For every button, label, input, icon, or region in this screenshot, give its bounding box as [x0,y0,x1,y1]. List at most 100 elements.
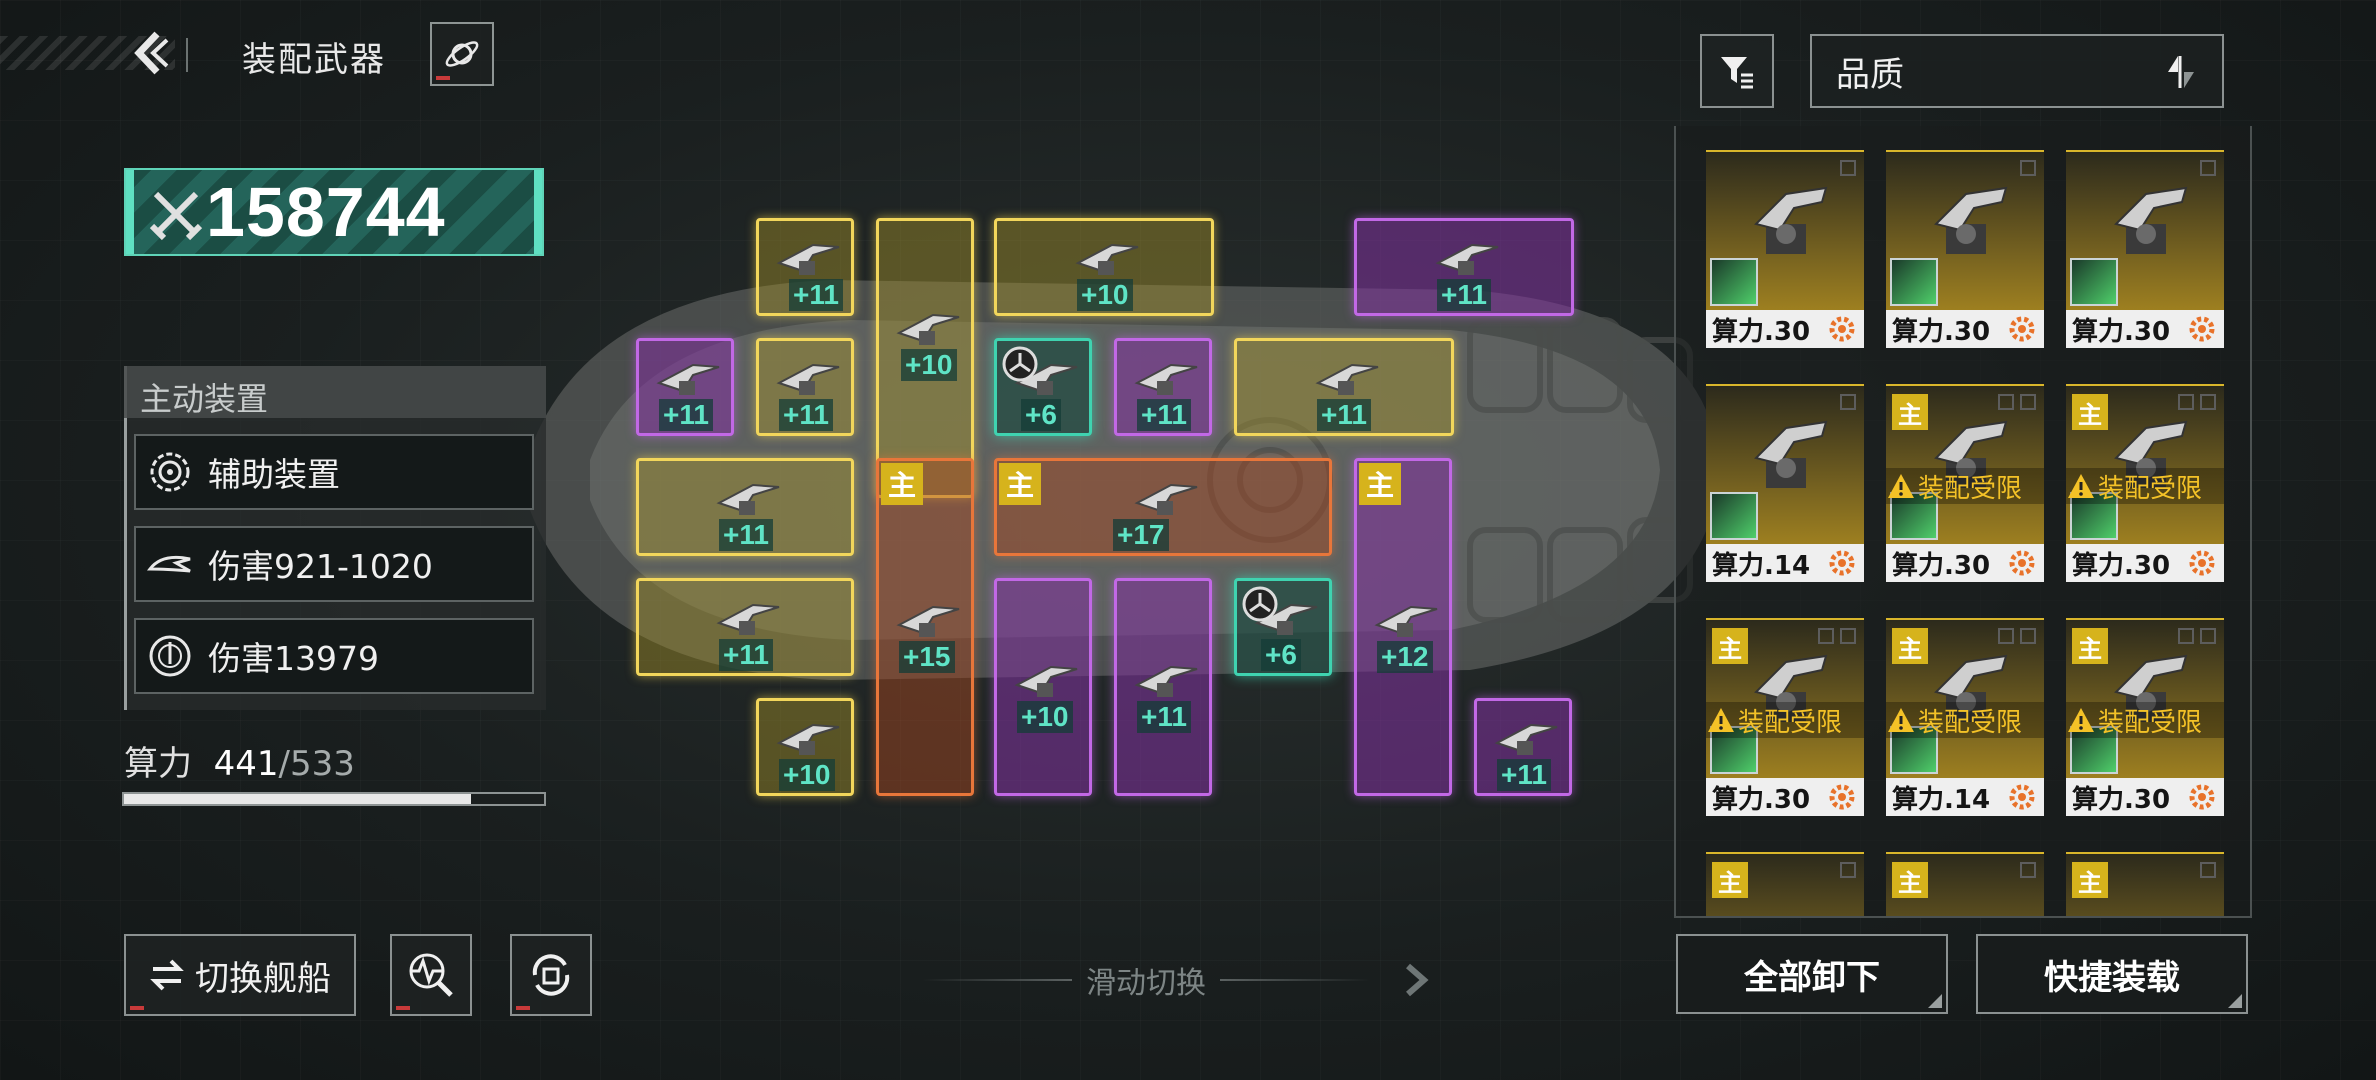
missile-icon [146,555,191,573]
slot-level-label: +6 [1261,639,1301,671]
compute-label: 算力 441/533 [124,736,355,785]
inventory-card[interactable]: 主装配受限 算力.30 [2066,384,2224,582]
damage-row-2[interactable]: 伤害13979 [134,618,534,694]
equipment-slot[interactable]: +10 [756,698,854,796]
combat-power-value: 158744 [206,173,446,251]
equipment-slot[interactable]: +15 主 [876,458,974,796]
assist-device-row[interactable]: 辅助装置 [134,434,534,510]
core-icon [1242,586,1278,622]
core-icon [1002,346,1038,382]
weapon-icon [2114,186,2188,254]
equipment-slot[interactable]: +11 [636,578,854,676]
weapon-icon [1754,186,1828,254]
equipment-slot[interactable]: +11 [1354,218,1574,316]
compute-cost: 算力.30 [1712,316,1811,347]
restricted-label: 装配受限 [2098,707,2203,738]
gear-icon [2189,784,2215,810]
slide-line-right [1220,979,1370,981]
select-checkbox[interactable] [2020,394,2036,410]
compute-label-text: 算力 [124,744,192,784]
equipment-slot[interactable]: +17 主 [994,458,1332,556]
slot-level-label: +6 [1021,399,1061,431]
equipment-slot[interactable]: +11 [1114,338,1212,436]
restricted-warning: 装配受限 [1706,702,1864,738]
switch-ship-button[interactable]: 切换舰船 [124,934,356,1016]
equipment-slot[interactable]: +11 [756,218,854,316]
compute-cost: 算力.30 [2072,784,2171,815]
equipment-slot[interactable]: +10 [994,578,1092,796]
select-checkbox[interactable] [2200,862,2216,878]
planet-button[interactable] [430,22,494,86]
damage-2-label: 伤害13979 [208,639,379,678]
equipment-slot[interactable]: +11 [636,458,854,556]
equipment-slot[interactable]: +6 [1234,578,1332,676]
equipment-slot[interactable]: +11 [1234,338,1454,436]
power-bar-right [534,170,542,254]
sort-label: 品质 [1836,54,1904,95]
combat-power-box: 158744 [124,168,544,256]
restricted-label: 装配受限 [1918,473,2023,504]
weapon-icon [1014,665,1078,697]
main-badge: 主 [881,463,923,505]
damage-1-label: 伤害921-1020 [208,547,433,586]
unload-all-button[interactable]: 全部卸下 [1676,934,1948,1014]
back-button[interactable] [128,28,174,78]
inventory-card[interactable]: 算力.30 [1886,150,2044,348]
slide-arrow-icon[interactable] [1402,962,1432,998]
analyze-button[interactable] [390,934,472,1016]
compute-cost: 算力.14 [1892,784,1991,815]
weapon-icon [1134,665,1198,697]
inventory-panel[interactable]: 算力.30 算力.30 算力.30 算力.14 主装配受限 算力.30 主装配受限 算力.30… [1674,126,2252,918]
red-mark [396,1006,410,1010]
sort-order-icon[interactable] [2162,54,2202,90]
pulse-search-icon [409,953,453,997]
inventory-card[interactable]: 主装配受限 算力.30 [1886,384,2044,582]
equipment-slot[interactable]: +12 主 [1354,458,1452,796]
equipment-slot[interactable]: +10 [994,218,1214,316]
panel-title: 主动装置 [140,380,269,418]
equipment-slot[interactable]: +6 [994,338,1092,436]
select-checkbox[interactable] [1840,628,1856,644]
card-footer: 算力.30 [1706,778,1864,816]
slide-switch[interactable]: 滑动切换 [866,958,1426,1002]
select-checkbox[interactable] [1840,160,1856,176]
slot-level-label: +15 [899,641,955,673]
filter-button[interactable] [1700,34,1774,108]
equipment-slot[interactable]: +11 [1474,698,1572,796]
equipment-slot[interactable]: +11 [756,338,854,436]
inventory-card[interactable]: 主装配受限 算力.30 [1706,618,1864,816]
slot-level-label: +11 [779,399,833,431]
inventory-card[interactable]: 算力.30 [1706,150,1864,348]
select-checkbox[interactable] [2200,160,2216,176]
restricted-warning: 装配受限 [1886,468,2044,504]
inventory-card[interactable]: 主 [2066,852,2224,916]
compute-used: 441 [213,744,279,784]
select-checkbox[interactable] [2020,628,2036,644]
inventory-card[interactable]: 主装配受限 算力.14 [1886,618,2044,816]
inventory-card[interactable]: 主 [1706,852,1864,916]
equipment-slot[interactable]: +11 [636,338,734,436]
sort-dropdown[interactable]: 品质 [1810,34,2224,108]
inventory-card[interactable]: 主 [1886,852,2044,916]
refresh-button[interactable] [510,934,592,1016]
select-checkbox[interactable] [1840,394,1856,410]
equipment-slot[interactable]: +10 [876,218,974,498]
gear-icon [2009,316,2035,342]
select-checkbox[interactable] [2020,160,2036,176]
select-checkbox[interactable] [2200,628,2216,644]
main-badge: 主 [1712,862,1748,898]
select-checkbox[interactable] [2020,862,2036,878]
quick-equip-button[interactable]: 快捷装载 [1976,934,2248,1014]
inventory-card[interactable]: 主装配受限 算力.30 [2066,618,2224,816]
select-checkbox[interactable] [1840,862,1856,878]
warning-icon [1888,474,1914,498]
button-corner [2228,994,2242,1008]
inventory-card[interactable]: 算力.30 [2066,150,2224,348]
select-checkbox[interactable] [2200,394,2216,410]
compute-separator: / [278,744,290,784]
damage-row-1[interactable]: 伤害921-1020 [134,526,534,602]
equipment-slot[interactable]: +11 [1114,578,1212,796]
card-footer: 算力.30 [2066,310,2224,348]
inventory-card[interactable]: 算力.14 [1706,384,1864,582]
weapon-icon [1075,243,1139,275]
